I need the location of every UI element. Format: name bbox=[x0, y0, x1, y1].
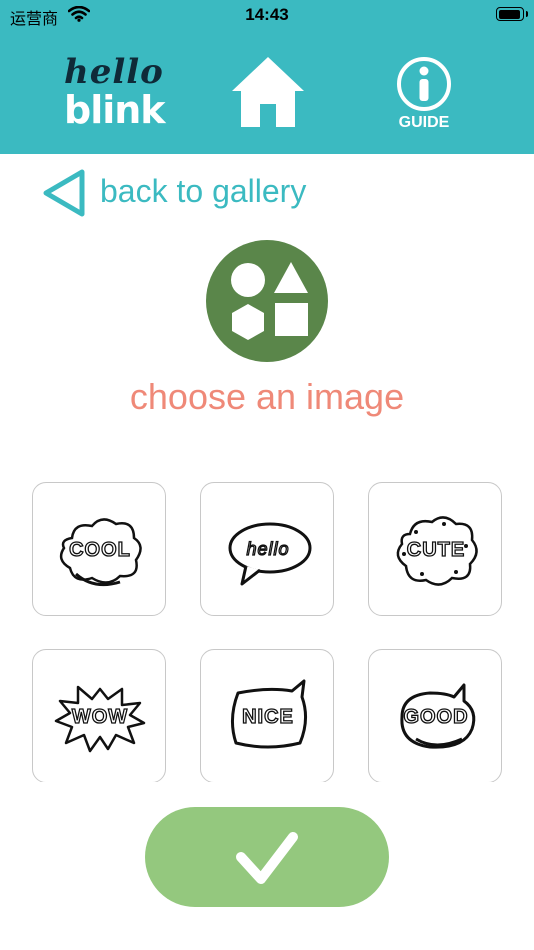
battery-icon bbox=[496, 7, 528, 21]
checkmark-icon bbox=[236, 832, 298, 884]
back-arrow-icon bbox=[43, 169, 85, 217]
logo-line-1: hello bbox=[64, 52, 164, 92]
sticker-tile-hello[interactable]: hello bbox=[200, 482, 334, 616]
status-time: 14:43 bbox=[245, 5, 289, 24]
sticker-label: COOL bbox=[68, 538, 131, 561]
sticker-label: WOW bbox=[71, 705, 129, 728]
guide-button[interactable]: GUIDE bbox=[394, 56, 454, 136]
sticker-label: NICE bbox=[241, 705, 294, 728]
back-label: back to gallery bbox=[100, 173, 307, 209]
app-header: hello blink GUIDE bbox=[0, 30, 534, 154]
sticker-label: CUTE bbox=[406, 538, 466, 561]
battery-fill bbox=[498, 9, 521, 19]
shapes-icon bbox=[206, 240, 328, 362]
sticker-tile-nice[interactable]: NICE bbox=[200, 649, 334, 782]
logo-line-2: blink bbox=[64, 88, 166, 132]
guide-label: GUIDE bbox=[398, 114, 450, 131]
sticker-grid: COOL hello CUTE WOW NICE GOOD bbox=[32, 482, 502, 782]
home-icon bbox=[232, 57, 304, 127]
sticker-tile-cool[interactable]: COOL bbox=[32, 482, 166, 616]
sticker-label: hello bbox=[246, 538, 290, 559]
confirm-button[interactable] bbox=[145, 807, 389, 907]
sticker-tile-wow[interactable]: WOW bbox=[32, 649, 166, 782]
sticker-label: GOOD bbox=[403, 705, 469, 728]
page-title: choose an image bbox=[129, 376, 405, 417]
home-button[interactable] bbox=[229, 54, 307, 130]
sticker-tile-good[interactable]: GOOD bbox=[368, 649, 502, 782]
info-icon bbox=[397, 57, 451, 111]
hello-blink-logo: hello blink bbox=[60, 52, 166, 132]
status-bar: 运营商 14:43 bbox=[0, 0, 534, 30]
sticker-tile-cute[interactable]: CUTE bbox=[368, 482, 502, 616]
back-to-gallery-link[interactable]: back to gallery bbox=[40, 168, 360, 218]
